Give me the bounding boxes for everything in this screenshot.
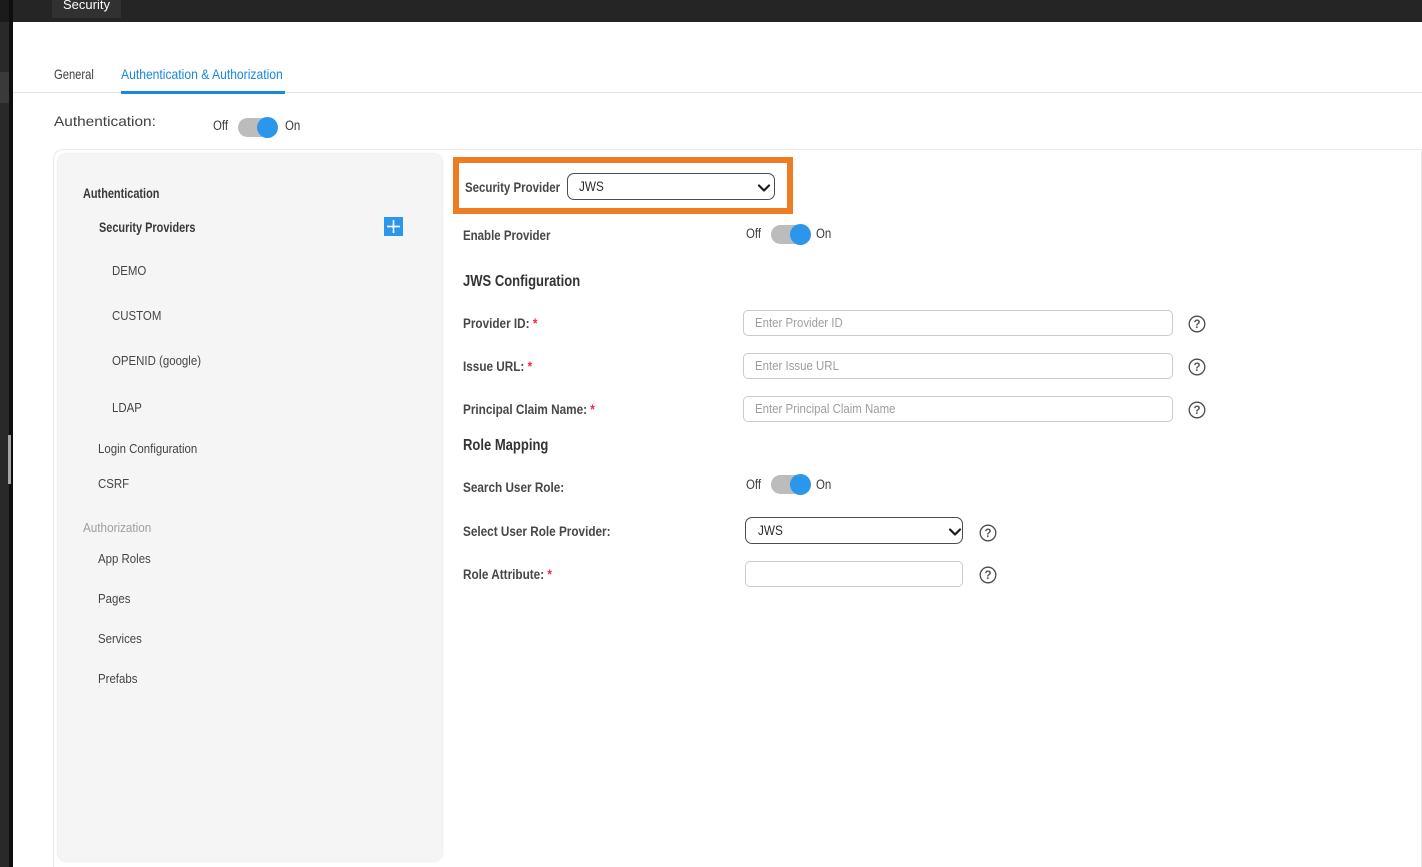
svg-text:?: ? [1193,405,1200,417]
svg-text:?: ? [1193,319,1200,331]
svg-text:?: ? [984,528,991,540]
svg-text:?: ? [984,570,991,582]
svg-text:?: ? [1193,362,1200,374]
